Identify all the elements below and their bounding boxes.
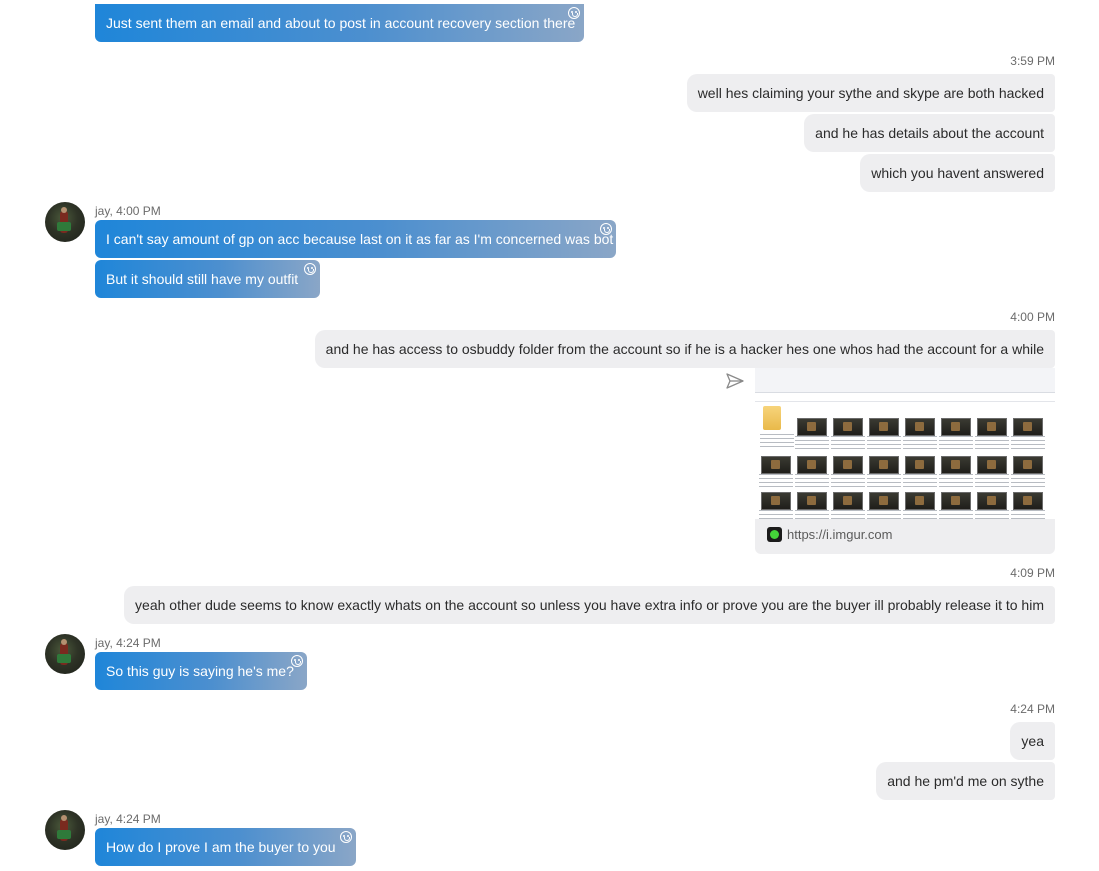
message-text: which you havent answered <box>871 165 1044 181</box>
avatar[interactable] <box>45 202 85 242</box>
sender-label: jay, 4:00 PM <box>95 204 161 218</box>
message-text: yea <box>1021 733 1044 749</box>
incoming-message[interactable]: I can't say amount of gp on acc because … <box>95 220 616 258</box>
screenshot-preview[interactable] <box>755 368 1055 519</box>
thumbnail <box>1013 418 1043 436</box>
outgoing-message[interactable]: and he has details about the account <box>804 114 1055 152</box>
incoming-message[interactable]: Just sent them an email and about to pos… <box>95 4 584 42</box>
image-attachment[interactable]: https://i.imgur.com <box>755 368 1055 554</box>
thumbnail <box>797 456 827 474</box>
incoming-message[interactable]: So this guy is saying he's me? <box>95 652 307 690</box>
thumbnail <box>833 456 863 474</box>
message-text: I can't say amount of gp on acc because … <box>106 231 614 247</box>
thumbnail <box>977 492 1007 510</box>
incoming-message[interactable]: How do I prove I am the buyer to you <box>95 828 356 866</box>
thumbnail <box>797 492 827 510</box>
message-text: well hes claiming your sythe and skype a… <box>697 85 1044 101</box>
thumbnail <box>977 418 1007 436</box>
message-text: and he pm'd me on sythe <box>887 773 1044 789</box>
thumbnail <box>941 456 971 474</box>
message-text: How do I prove I am the buyer to you <box>106 839 336 855</box>
thumbnail <box>977 456 1007 474</box>
folder-icon <box>763 406 781 430</box>
thumbnail <box>869 456 899 474</box>
sender-label: jay, 4:24 PM <box>95 812 161 826</box>
sender-label: jay, 4:24 PM <box>95 636 161 650</box>
smiley-icon[interactable] <box>340 831 352 843</box>
outgoing-message[interactable]: and he pm'd me on sythe <box>876 762 1055 800</box>
message-timestamp: 4:24 PM <box>1010 702 1055 716</box>
explorer-address-bar <box>755 393 1055 402</box>
thumbnail <box>761 492 791 510</box>
message-timestamp: 4:09 PM <box>1010 566 1055 580</box>
message-text: and he has details about the account <box>815 125 1044 141</box>
message-timestamp: 4:00 PM <box>1010 310 1055 324</box>
thumbnail <box>905 418 935 436</box>
smiley-icon[interactable] <box>291 655 303 667</box>
thumbnail <box>905 456 935 474</box>
outgoing-message[interactable]: which you havent answered <box>860 154 1055 192</box>
incoming-message[interactable]: But it should still have my outfit <box>95 260 320 298</box>
thumbnail <box>869 492 899 510</box>
thumbnail <box>833 418 863 436</box>
message-text: yeah other dude seems to know exactly wh… <box>135 597 1044 613</box>
thumbnail <box>761 456 791 474</box>
outgoing-message[interactable]: yeah other dude seems to know exactly wh… <box>124 586 1055 624</box>
avatar[interactable] <box>45 634 85 674</box>
attachment-link[interactable]: https://i.imgur.com <box>787 525 892 545</box>
explorer-ribbon <box>755 368 1055 393</box>
avatar[interactable] <box>45 810 85 850</box>
smiley-icon[interactable] <box>600 223 612 235</box>
thumbnail <box>941 418 971 436</box>
message-text: and he has access to osbuddy folder from… <box>325 341 1044 357</box>
thumbnail <box>941 492 971 510</box>
smiley-icon[interactable] <box>568 7 580 19</box>
outgoing-message[interactable]: and he has access to osbuddy folder from… <box>314 330 1055 368</box>
message-text: So this guy is saying he's me? <box>106 663 294 679</box>
send-arrow-icon[interactable] <box>726 373 744 389</box>
thumbnail <box>1013 456 1043 474</box>
message-text: But it should still have my outfit <box>106 271 299 287</box>
outgoing-message[interactable]: well hes claiming your sythe and skype a… <box>686 74 1055 112</box>
message-timestamp: 3:59 PM <box>1010 54 1055 68</box>
message-text: Just sent them an email and about to pos… <box>106 15 576 31</box>
outgoing-message[interactable]: yea <box>1010 722 1055 760</box>
thumbnail <box>1013 492 1043 510</box>
thumbnail <box>905 492 935 510</box>
thumbnail <box>797 418 827 436</box>
smiley-icon[interactable] <box>304 263 316 275</box>
thumbnail <box>833 492 863 510</box>
imgur-favicon-icon <box>767 527 782 542</box>
thumbnail <box>869 418 899 436</box>
